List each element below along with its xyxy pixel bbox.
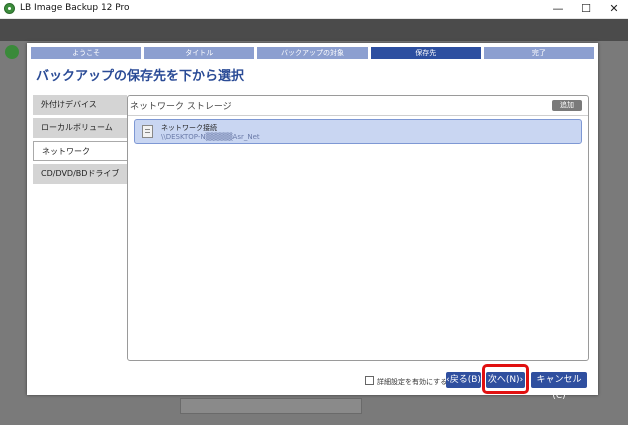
network-item-path: \\DESKTOP-N▒▒▒▒▒Asr_Net [161,133,260,141]
cancel-button[interactable]: キャンセル(C) [531,372,587,401]
page-title: バックアップの保存先を下から選択 [36,69,245,84]
tab-external-device[interactable]: 外付けデバイス [33,95,127,115]
step-title: タイトル [144,47,255,59]
title-bar: LB Image Backup 12 Pro — ☐ ✕ [0,0,628,19]
tab-network[interactable]: ネットワーク [33,141,127,161]
close-button[interactable]: ✕ [600,0,628,18]
divider [128,115,588,116]
step-complete: 完了 [483,47,595,59]
background-footer [180,398,362,414]
back-button[interactable]: ‹戻る(B) [446,372,481,388]
add-button[interactable]: 追加 [552,100,582,111]
advanced-settings-checkbox[interactable]: 詳細設定を有効にする [365,376,447,387]
checkbox-icon[interactable] [365,376,374,385]
next-button-highlight [482,364,529,394]
maximize-button[interactable]: ☐ [572,0,600,18]
tab-optical-drive[interactable]: CD/DVD/BDドライブ [33,164,127,184]
app-icon [4,3,15,14]
step-progress: ようこそ タイトル バックアップの対象 保存先 完了 [31,47,595,59]
step-backup-target: バックアップの対象 [257,47,368,59]
network-item-name: ネットワーク接続 [161,124,217,132]
step-destination: 保存先 [370,47,481,59]
tab-local-volume[interactable]: ローカルボリューム [33,118,127,138]
window-title: LB Image Backup 12 Pro [20,3,130,13]
destination-tabs: 外付けデバイス ローカルボリューム ネットワーク CD/DVD/BDドライブ [33,95,127,187]
panel-header: ネットワーク ストレージ [130,102,232,112]
wizard-dialog: ようこそ タイトル バックアップの対象 保存先 完了 バックアップの保存先を下か… [27,43,598,401]
server-icon [142,125,153,138]
background-toolbar [0,19,628,41]
advanced-settings-label: 詳細設定を有効にする [377,378,448,386]
background-logo [5,45,19,59]
network-storage-panel: ネットワーク ストレージ 追加 ネットワーク接続 \\DESKTOP-N▒▒▒▒… [127,95,589,361]
minimize-button[interactable]: — [544,0,572,18]
network-connection-item[interactable]: ネットワーク接続 \\DESKTOP-N▒▒▒▒▒Asr_Net [134,119,582,144]
step-welcome: ようこそ [31,47,142,59]
